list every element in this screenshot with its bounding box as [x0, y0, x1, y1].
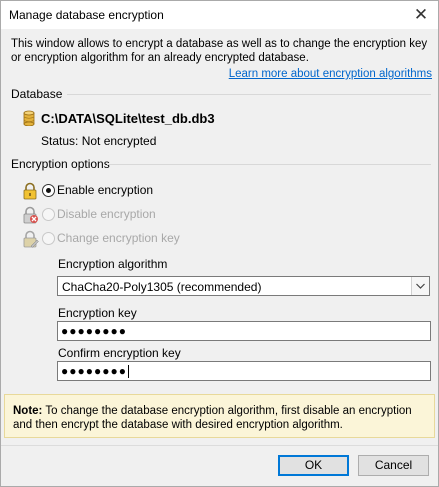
dialog-title: Manage database encryption	[9, 8, 164, 22]
database-cylinder-icon	[23, 110, 35, 127]
cancel-button[interactable]: Cancel	[358, 455, 429, 476]
encryption-algorithm-label: Encryption algorithm	[58, 257, 168, 271]
change-key-radio[interactable]	[42, 232, 55, 245]
title-bar: Manage database encryption ✕	[1, 1, 438, 29]
intro-text: This window allows to encrypt a database…	[11, 38, 428, 64]
chevron-down-icon[interactable]	[411, 277, 429, 295]
note-box: Note: To change the database encryption …	[4, 394, 435, 438]
note-body: To change the database encryption algori…	[13, 405, 412, 431]
disable-encryption-label: Disable encryption	[57, 207, 156, 221]
footer-divider	[1, 445, 438, 446]
change-key-label: Change encryption key	[57, 231, 180, 245]
encryption-options-section-title: Encryption options	[11, 157, 110, 171]
encryption-options-divider	[107, 164, 431, 165]
encryption-algorithm-select[interactable]: ChaCha20-Poly1305 (recommended)	[57, 276, 430, 296]
encryption-key-input[interactable]: ●●●●●●●●	[57, 321, 431, 341]
learn-more-link[interactable]: Learn more about encryption algorithms	[229, 68, 432, 80]
enable-encryption-radio[interactable]	[42, 184, 55, 197]
database-section-title: Database	[11, 87, 63, 101]
enable-encryption-label: Enable encryption	[57, 183, 154, 197]
enable-encryption-option[interactable]: Enable encryption	[21, 182, 201, 200]
lock-remove-icon	[21, 206, 39, 224]
disable-encryption-option[interactable]: Disable encryption	[21, 206, 201, 224]
note-prefix: Note:	[13, 405, 43, 417]
encryption-algorithm-value: ChaCha20-Poly1305 (recommended)	[62, 280, 262, 294]
confirm-key-value: ●●●●●●●●	[61, 364, 127, 378]
confirm-key-input[interactable]: ●●●●●●●●	[57, 361, 431, 381]
text-caret	[128, 365, 129, 378]
note-text: Note: To change the database encryption …	[13, 404, 428, 432]
database-path: C:\DATA\SQLite\test_db.db3	[41, 111, 215, 126]
confirm-key-label: Confirm encryption key	[58, 346, 181, 360]
encryption-key-value: ●●●●●●●●	[61, 324, 127, 338]
database-status: Status: Not encrypted	[41, 134, 157, 148]
database-section-divider	[67, 94, 431, 95]
disable-encryption-radio[interactable]	[42, 208, 55, 221]
lock-icon	[21, 182, 39, 200]
lock-edit-icon	[21, 230, 39, 248]
manage-encryption-dialog: Manage database encryption ✕ This window…	[0, 0, 439, 487]
change-key-option[interactable]: Change encryption key	[21, 230, 201, 248]
ok-button[interactable]: OK	[278, 455, 349, 476]
close-button[interactable]: ✕	[404, 1, 438, 29]
encryption-key-label: Encryption key	[58, 306, 137, 320]
